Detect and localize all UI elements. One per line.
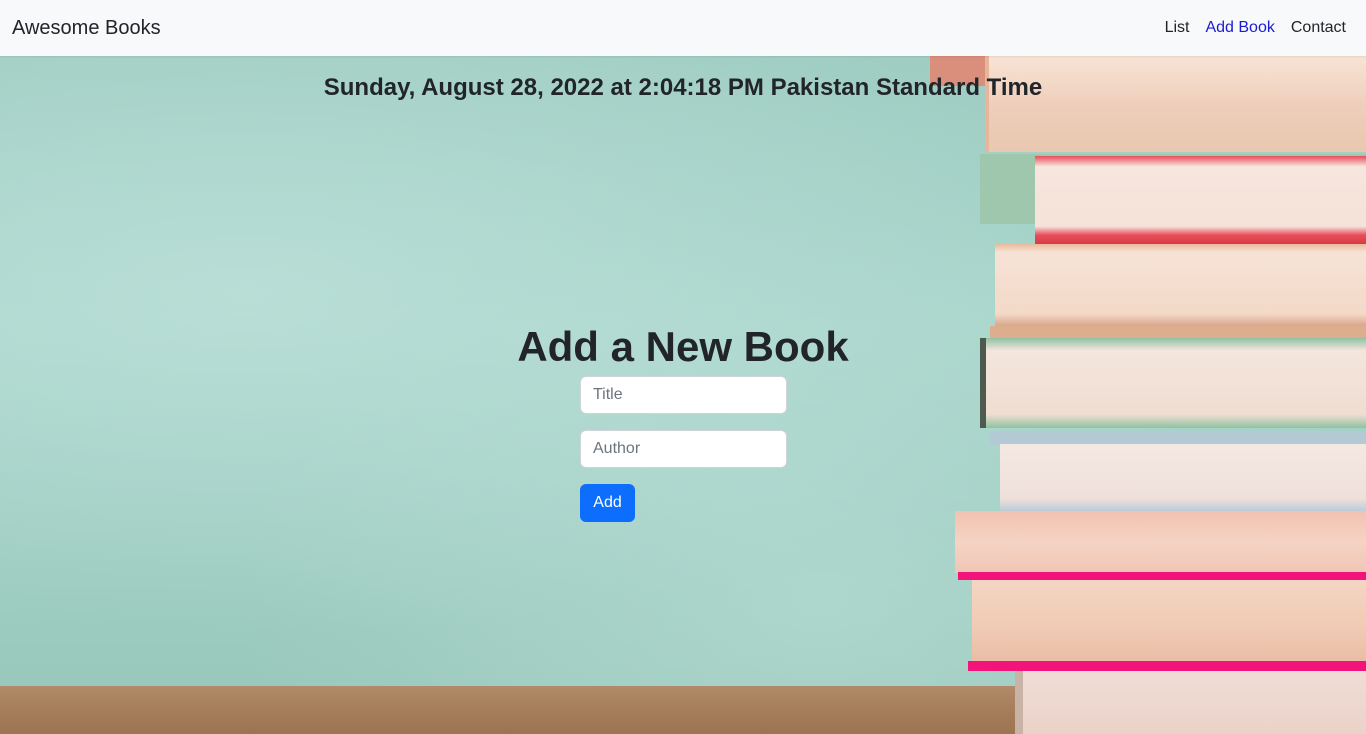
- brand-logo[interactable]: Awesome Books: [12, 17, 161, 40]
- add-book-form: Add a New Book Add: [0, 322, 1366, 522]
- nav-link-add-book[interactable]: Add Book: [1197, 11, 1282, 45]
- author-input[interactable]: [580, 430, 787, 468]
- form-heading: Add a New Book: [517, 323, 849, 370]
- nav-link-contact[interactable]: Contact: [1283, 11, 1354, 45]
- nav-link-list[interactable]: List: [1157, 11, 1198, 45]
- title-input[interactable]: [580, 376, 787, 414]
- add-button[interactable]: Add: [580, 484, 635, 522]
- navbar: Awesome Books List Add Book Contact: [0, 0, 1366, 56]
- nav-links: List Add Book Contact: [1157, 11, 1354, 45]
- current-datetime: Sunday, August 28, 2022 at 2:04:18 PM Pa…: [323, 74, 1043, 101]
